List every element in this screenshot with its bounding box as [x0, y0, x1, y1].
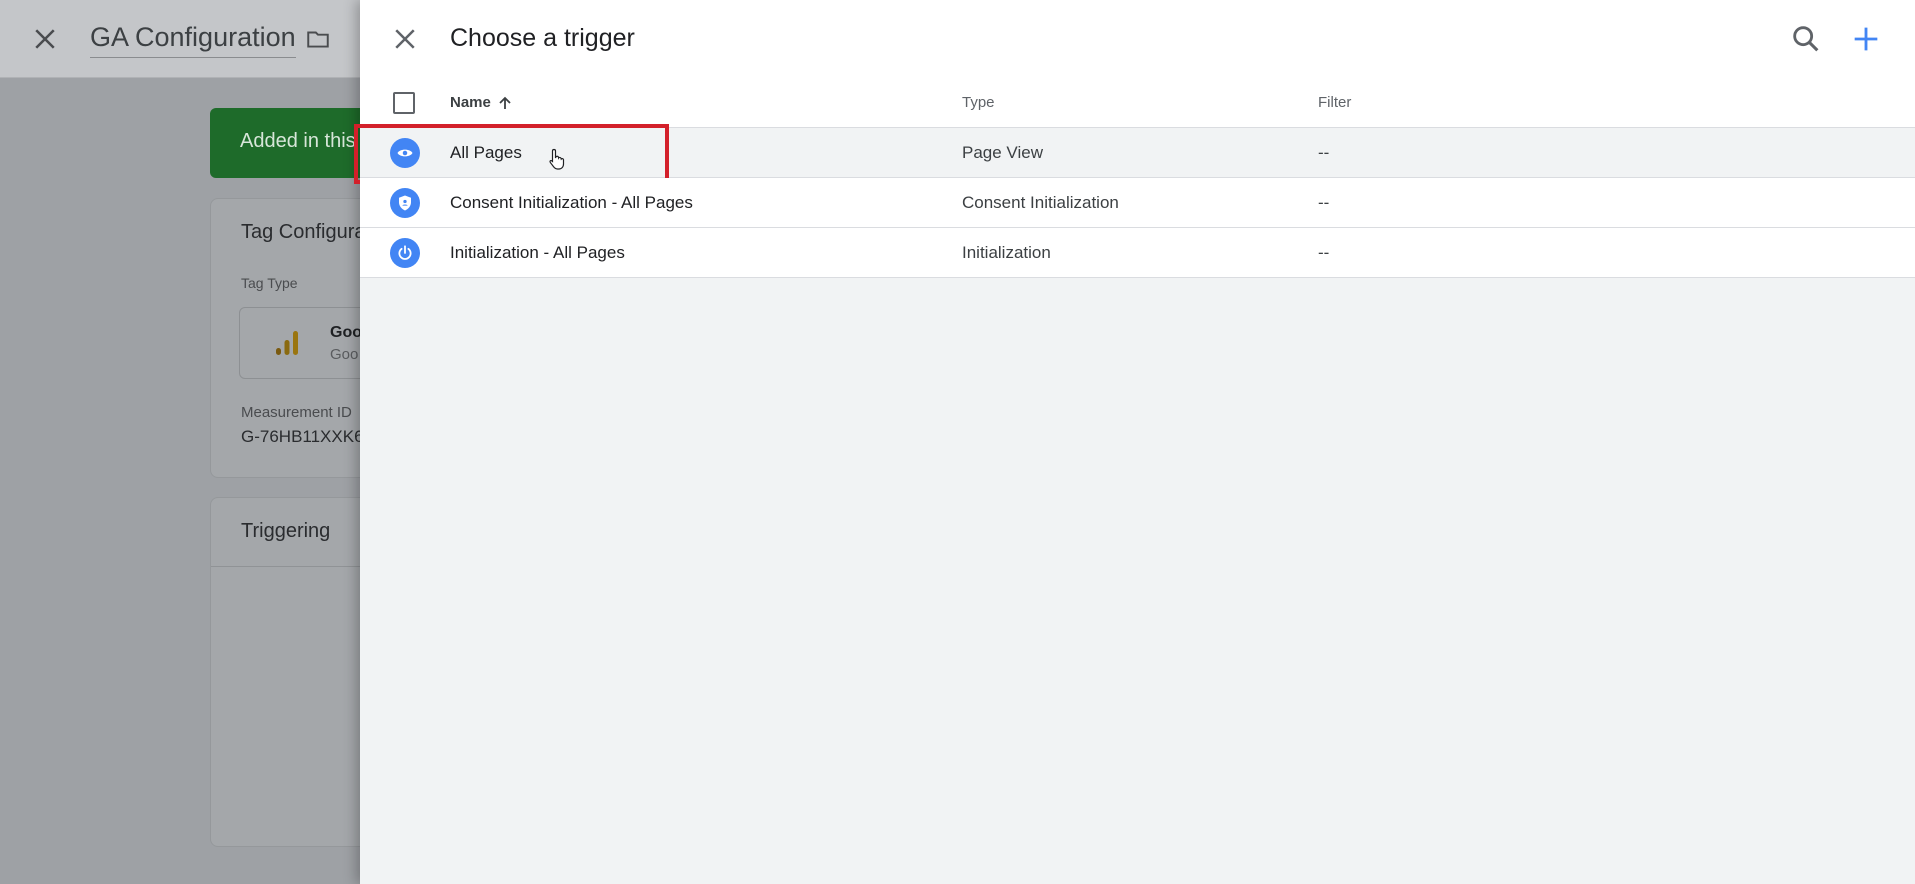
panel-header: Choose a trigger [360, 0, 1915, 78]
trigger-row-consent-initialization[interactable]: Consent Initialization - All Pages Conse… [360, 178, 1915, 228]
trigger-name: Initialization - All Pages [450, 243, 625, 262]
trigger-name: Consent Initialization - All Pages [450, 193, 693, 212]
measurement-id-label: Measurement ID [241, 404, 352, 421]
measurement-id-value: G-76HB11XXK6 [241, 427, 364, 446]
close-panel-button[interactable] [390, 24, 420, 54]
trigger-name: All Pages [450, 143, 522, 162]
hand-cursor-icon [549, 148, 565, 170]
panel-title: Choose a trigger [450, 24, 635, 52]
eye-icon [390, 138, 420, 168]
trigger-filter: -- [1318, 193, 1330, 212]
column-label: Name [450, 94, 491, 111]
choose-trigger-panel: Choose a trigger Name Type Filter All Pa… [354, 0, 1915, 884]
card-title: Triggering [241, 520, 331, 542]
power-icon [390, 238, 420, 268]
select-all-checkbox[interactable] [393, 92, 415, 114]
close-icon [395, 29, 415, 49]
trigger-row-initialization[interactable]: Initialization - All Pages Initializatio… [360, 228, 1915, 278]
arrow-up-icon [499, 96, 511, 109]
trigger-row-all-pages[interactable]: All Pages Page View -- [354, 124, 1915, 184]
column-header-name[interactable]: Name [450, 94, 513, 111]
analytics-icon [276, 331, 298, 355]
tag-type-subtitle: Goo [330, 346, 359, 363]
trigger-type: Consent Initialization [962, 193, 1119, 212]
add-trigger-button[interactable] [1849, 22, 1883, 56]
table-header: Name Type Filter [360, 78, 1915, 128]
plus-icon [1854, 27, 1878, 51]
close-icon[interactable] [30, 24, 60, 54]
column-header-type[interactable]: Type [962, 94, 995, 111]
trigger-filter: -- [1318, 143, 1330, 162]
tag-type-name: Goo [330, 324, 362, 341]
trigger-type: Page View [962, 143, 1043, 162]
folder-icon[interactable] [304, 26, 332, 52]
trigger-type: Initialization [962, 243, 1051, 262]
tag-name-field[interactable]: GA Configuration [90, 22, 296, 58]
card-title: Tag Configura [241, 221, 366, 243]
trigger-filter: -- [1318, 243, 1330, 262]
search-button[interactable] [1789, 22, 1823, 56]
column-header-filter[interactable]: Filter [1318, 94, 1351, 111]
tag-type-label: Tag Type [241, 275, 298, 291]
search-icon [1793, 26, 1819, 52]
shield-icon [390, 188, 420, 218]
